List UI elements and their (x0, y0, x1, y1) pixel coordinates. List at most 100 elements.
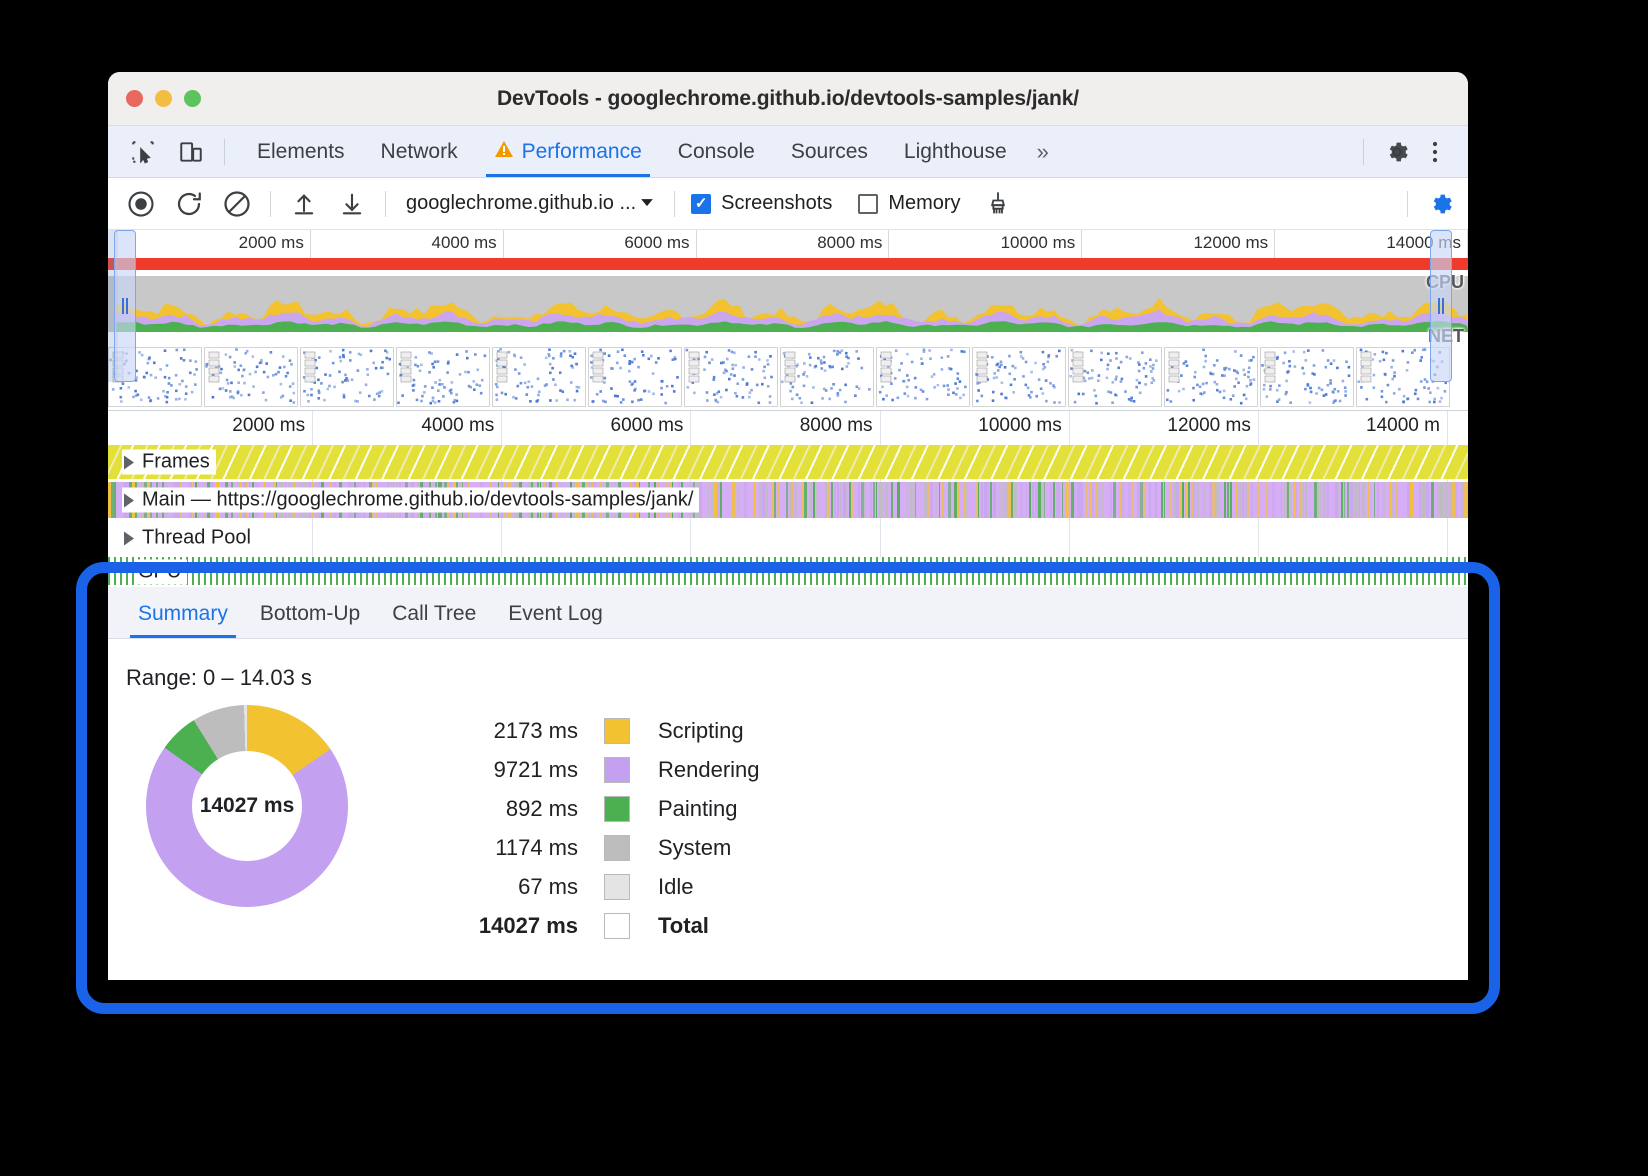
flame-slice[interactable] (1155, 482, 1157, 518)
filmstrip-screenshot[interactable] (588, 347, 682, 407)
timeline-overview[interactable]: 2000 ms4000 ms6000 ms8000 ms10000 ms1200… (108, 230, 1468, 410)
screenshots-checkbox-row[interactable]: Screenshots (691, 192, 832, 215)
flame-slice[interactable] (1200, 482, 1201, 518)
flame-slice[interactable] (807, 482, 808, 518)
flame-slice[interactable] (891, 482, 893, 518)
flame-slice[interactable] (978, 482, 979, 518)
flame-slice[interactable] (1251, 482, 1253, 518)
flame-slice[interactable] (939, 482, 940, 518)
flame-slice[interactable] (1278, 482, 1279, 518)
flame-slice[interactable] (858, 482, 860, 518)
inspect-element-icon[interactable] (124, 137, 162, 167)
filmstrip-screenshot[interactable] (684, 347, 778, 407)
flame-slice[interactable] (705, 482, 707, 518)
flame-slice[interactable] (1182, 482, 1184, 518)
flame-slice[interactable] (942, 482, 944, 518)
legend-row[interactable]: 67 msIdle (428, 867, 760, 906)
flame-slice[interactable] (1377, 482, 1379, 518)
flame-slice[interactable] (786, 482, 788, 518)
flame-slice[interactable] (1044, 482, 1045, 518)
legend-row[interactable]: 2173 msScripting (428, 711, 760, 750)
flame-slice[interactable] (1371, 482, 1372, 518)
flame-slice[interactable] (1368, 482, 1369, 518)
device-toolbar-icon[interactable] (172, 137, 210, 167)
flame-slice[interactable] (1029, 482, 1031, 518)
flame-slice[interactable] (1089, 482, 1091, 518)
flame-slice[interactable] (1086, 482, 1088, 518)
flame-slice[interactable] (1446, 482, 1448, 518)
flame-slice[interactable] (816, 482, 817, 518)
flame-slice[interactable] (741, 482, 743, 518)
flame-slice[interactable] (1380, 482, 1381, 518)
flame-slice[interactable] (828, 482, 829, 518)
flame-slice[interactable] (1389, 482, 1391, 518)
flame-slice[interactable] (990, 482, 992, 518)
flame-slice[interactable] (1428, 482, 1429, 518)
flame-slice[interactable] (750, 482, 752, 518)
flame-slice[interactable] (1374, 482, 1375, 518)
flame-slice[interactable] (1299, 482, 1301, 518)
flame-slice[interactable] (936, 482, 937, 518)
flame-slice[interactable] (900, 482, 902, 518)
flame-slice[interactable] (1218, 482, 1220, 518)
filmstrip-screenshot[interactable] (300, 347, 394, 407)
flame-slice[interactable] (117, 482, 118, 518)
track-thread-pool[interactable]: Thread Pool (108, 519, 1468, 557)
flame-slice[interactable] (729, 482, 731, 518)
flame-slice[interactable] (1194, 482, 1195, 518)
flame-slice[interactable] (918, 482, 920, 518)
flame-slice[interactable] (768, 482, 769, 518)
flame-slice[interactable] (1125, 482, 1126, 518)
flame-slice[interactable] (723, 482, 724, 518)
tab-sources[interactable]: Sources (773, 126, 886, 177)
flame-slice[interactable] (1281, 482, 1282, 518)
flame-slice[interactable] (1419, 482, 1421, 518)
flame-slice[interactable] (1206, 482, 1208, 518)
flame-slice[interactable] (1236, 482, 1238, 518)
flame-slice[interactable] (834, 482, 836, 518)
flame-slice[interactable] (1365, 482, 1367, 518)
flame-slice[interactable] (819, 482, 820, 518)
flame-slice[interactable] (1011, 482, 1013, 518)
flame-slice[interactable] (1116, 482, 1118, 518)
flame-slice[interactable] (1215, 482, 1217, 518)
flame-slice[interactable] (876, 482, 877, 518)
flame-slice[interactable] (1122, 482, 1124, 518)
capture-settings-gear-icon[interactable] (1424, 187, 1458, 221)
flame-slice[interactable] (837, 482, 839, 518)
flame-slice[interactable] (1074, 482, 1076, 518)
flame-slice[interactable] (1161, 482, 1163, 518)
flame-slice[interactable] (1323, 482, 1325, 518)
filmstrip-screenshot[interactable] (1164, 347, 1258, 407)
flame-slice[interactable] (1344, 482, 1345, 518)
flame-slice[interactable] (1257, 482, 1259, 518)
tab-console[interactable]: Console (660, 126, 773, 177)
flame-slice[interactable] (783, 482, 785, 518)
flame-slice[interactable] (987, 482, 989, 518)
track-gpu[interactable]: GPU (108, 557, 1468, 587)
flame-slice[interactable] (825, 482, 827, 518)
record-circle-icon[interactable] (124, 187, 158, 221)
filmstrip-screenshot[interactable] (492, 347, 586, 407)
legend-row[interactable]: 9721 msRendering (428, 750, 760, 789)
flame-slice[interactable] (1272, 482, 1274, 518)
flame-slice[interactable] (1458, 482, 1460, 518)
flame-slice[interactable] (1230, 482, 1232, 518)
filmstrip-screenshot[interactable] (396, 347, 490, 407)
flame-slice[interactable] (1092, 482, 1094, 518)
flame-slice[interactable] (1149, 482, 1151, 518)
expand-triangle-icon[interactable] (124, 531, 134, 545)
flame-slice[interactable] (1197, 482, 1199, 518)
flame-slice[interactable] (1338, 482, 1339, 518)
flame-slice[interactable] (1467, 482, 1468, 518)
flame-slice[interactable] (840, 482, 842, 518)
flame-slice[interactable] (957, 482, 959, 518)
tab-bottom-up[interactable]: Bottom-Up (244, 602, 376, 638)
flame-slice[interactable] (1059, 482, 1060, 518)
flame-slice[interactable] (1248, 482, 1249, 518)
flame-slice[interactable] (888, 482, 889, 518)
flame-slice[interactable] (1023, 482, 1025, 518)
screenshots-checkbox[interactable] (691, 194, 711, 214)
flame-slice[interactable] (720, 482, 722, 518)
flame-slice[interactable] (780, 482, 782, 518)
